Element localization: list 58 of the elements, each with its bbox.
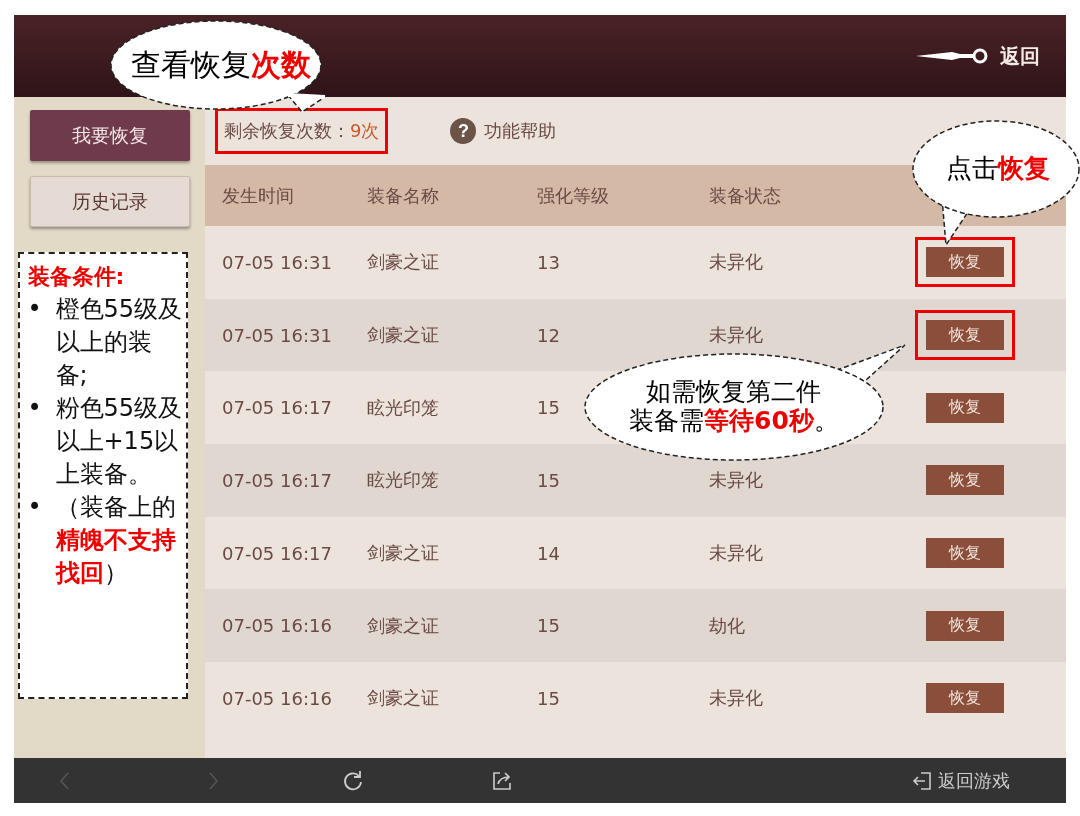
sidebar-item[interactable]: 历史记录 (29, 176, 190, 227)
refresh-icon (342, 769, 364, 792)
table-cell: 13 (537, 251, 560, 273)
exit-icon (912, 770, 932, 791)
help-button[interactable]: ? 功能帮助 (450, 118, 557, 144)
table-cell: 劫化 (709, 613, 745, 638)
table-cell: 未异化 (709, 468, 763, 493)
table-cell: 15 (537, 687, 560, 709)
bullet: • (27, 393, 43, 424)
table-cell: 15 (537, 469, 560, 491)
return-game-button[interactable]: 返回游戏 (912, 768, 1010, 793)
forward-icon (207, 770, 219, 791)
column-header: 发生时间 (222, 183, 294, 208)
note-text: （装备上的精魄不支持找回） (55, 492, 177, 589)
callout-text: 查看恢复次数 (131, 47, 311, 83)
table-cell: 07-05 16:16 (222, 615, 332, 637)
column-header: 装备名称 (367, 183, 439, 208)
table-cell: 07-05 16:17 (222, 469, 332, 491)
share-icon (492, 769, 512, 792)
column-header: 强化等级 (537, 183, 609, 208)
note-text: 橙色55级及以上的装备; (55, 294, 184, 391)
table-cell: 15 (537, 615, 560, 637)
remaining-count: 剩余恢复次数：9次 (215, 108, 389, 154)
back-button[interactable]: 返回 (916, 42, 1040, 70)
table-cell: 剑豪之证 (367, 613, 439, 638)
table-cell: 剑豪之证 (367, 250, 439, 275)
table-cell: 07-05 16:31 (222, 251, 332, 273)
note-text: 粉色55级及以上+15以上装备。 (55, 393, 184, 490)
restore-button[interactable]: 恢复 (915, 310, 1015, 361)
restore-button[interactable]: 恢复 (915, 237, 1015, 288)
table-cell: 未异化 (709, 686, 763, 711)
column-header: 装备状态 (709, 183, 781, 208)
sidebar-item[interactable]: 我要恢复 (29, 110, 190, 161)
table-cell: 07-05 16:17 (222, 397, 332, 419)
table-cell: 14 (537, 542, 560, 564)
table-cell: 15 (537, 397, 560, 419)
back-icon (59, 770, 71, 791)
help-icon: ? (450, 118, 477, 144)
bullet: • (27, 294, 43, 325)
table-cell: 剑豪之证 (367, 686, 439, 711)
table-cell: 07-05 16:17 (222, 542, 332, 564)
table-cell: 未异化 (709, 323, 763, 348)
note-title: 装备条件: (27, 263, 126, 291)
table-cell: 07-05 16:31 (222, 324, 332, 346)
callout-text: 如需恢复第二件 (646, 378, 822, 407)
bullet: • (27, 492, 43, 523)
table-cell: 眩光印笼 (367, 468, 439, 493)
table-cell: 剑豪之证 (367, 323, 439, 348)
table-cell: 未异化 (709, 541, 763, 566)
table-cell: 07-05 16:16 (222, 687, 332, 709)
callout-text: 点击恢复 (946, 154, 1050, 184)
callout-text: 装备需等待60秒。 (629, 407, 839, 436)
table-cell: 12 (537, 324, 560, 346)
share-button[interactable] (492, 769, 512, 792)
table-cell: 剑豪之证 (367, 541, 439, 566)
table-cell: 眩光印笼 (367, 395, 439, 420)
table-cell: 未异化 (709, 250, 763, 275)
refresh-button[interactable] (342, 769, 364, 792)
